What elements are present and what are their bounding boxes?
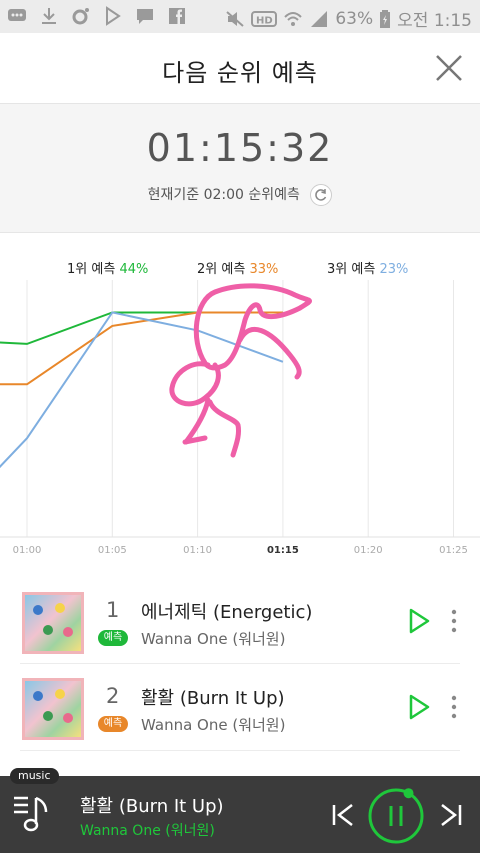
play-icon [409, 608, 430, 634]
progress-indicator[interactable] [403, 788, 414, 799]
song-title: 활활 (Burn It Up) [141, 688, 285, 709]
prediction-badge: 예측 [98, 630, 128, 646]
divider [20, 750, 460, 751]
legend-pct: 23% [379, 262, 409, 277]
more-options-button[interactable] [446, 608, 462, 634]
refresh-icon [315, 189, 327, 201]
close-icon [436, 55, 462, 81]
legend-label: 3위 예측 [327, 262, 376, 277]
x-tick-label: 01:00 [13, 545, 42, 556]
song-artist: Wanna One (워너원) [141, 716, 286, 734]
rank-number: 1 [106, 598, 120, 622]
wifi-icon [284, 11, 303, 26]
play-store-icon [102, 6, 124, 26]
message-icon [134, 6, 156, 26]
battery-icon [380, 9, 391, 28]
refresh-button[interactable] [310, 184, 333, 206]
prediction-basis-text: 현재기준 02:00 순위예측 [147, 187, 300, 203]
next-button[interactable] [438, 802, 464, 828]
rank-number: 2 [106, 684, 120, 708]
close-button[interactable] [434, 53, 464, 83]
pause-icon [368, 788, 424, 844]
countdown-timer: 01:15:32 [146, 126, 334, 170]
header: 다음 순위 예측 [0, 33, 480, 104]
previous-button[interactable] [330, 802, 356, 828]
page-title: 다음 순위 예측 [162, 59, 318, 87]
player-artist: Wanna One (워너원) [80, 823, 215, 839]
prediction-badge: 예측 [98, 716, 128, 732]
notification-icons [6, 6, 188, 26]
prediction-basis: 현재기준 02:00 순위예측 [0, 184, 480, 206]
signal-icon [311, 10, 328, 27]
song-title: 에너제틱 (Energetic) [141, 602, 313, 623]
facebook-icon [166, 6, 188, 26]
legend-pct: 33% [249, 262, 279, 277]
pause-button[interactable] [366, 786, 426, 846]
mute-icon [226, 10, 245, 27]
album-art [22, 678, 84, 740]
list-item[interactable]: 2 예측 활활 (Burn It Up) Wanna One (워너원) [0, 670, 480, 756]
x-tick-label: 01:05 [98, 545, 127, 556]
album-art [22, 592, 84, 654]
series-line-2 [0, 311, 283, 386]
x-tick-label: 01:10 [183, 545, 212, 556]
clock: 오전 1:15 [397, 11, 472, 31]
timer-panel: 01:15:32 현재기준 02:00 순위예측 [0, 104, 480, 233]
mini-player[interactable]: 활활 (Burn It Up) Wanna One (워너원) [0, 776, 480, 853]
status-bar: HD 63% 오전 1:15 [0, 0, 480, 33]
legend-item-rank1: 1위 예측 44% [67, 258, 148, 277]
hd-icon: HD [251, 10, 278, 27]
more-icon [451, 695, 457, 719]
play-icon [409, 694, 430, 720]
prediction-chart: 01:00 01:05 01:10 01:15 01:20 01:25 [0, 280, 480, 556]
list-item[interactable]: 1 예측 에너제틱 (Energetic) Wanna One (워너원) [0, 584, 480, 670]
playlist-button[interactable] [12, 794, 52, 836]
chat-icon [6, 6, 28, 26]
legend-label: 1위 예측 [67, 262, 116, 277]
svg-text:HD: HD [256, 15, 273, 26]
chart-legend: 1위 예측 44% 2위 예측 33% 3위 예측 23% [0, 258, 480, 278]
music-icon [70, 6, 92, 26]
playlist-icon [14, 796, 48, 832]
system-indicators: HD 63% 오전 1:15 [225, 6, 472, 31]
previous-icon [332, 804, 353, 826]
x-tick-label: 01:15 [267, 545, 299, 556]
download-icon [38, 6, 60, 26]
next-icon [441, 804, 462, 826]
legend-item-rank2: 2위 예측 33% [197, 258, 278, 277]
more-icon [451, 609, 457, 633]
player-title: 활활 (Burn It Up) [80, 796, 224, 817]
legend-item-rank3: 3위 예측 23% [327, 258, 408, 277]
more-options-button[interactable] [446, 694, 462, 720]
music-tag: music [10, 768, 59, 784]
song-artist: Wanna One (워너원) [141, 630, 286, 648]
battery-percent: 63% [335, 8, 374, 29]
play-button[interactable] [404, 692, 434, 722]
play-button[interactable] [404, 606, 434, 636]
divider [20, 663, 460, 664]
x-tick-label: 01:25 [439, 545, 468, 556]
x-tick-label: 01:20 [354, 545, 383, 556]
legend-pct: 44% [119, 262, 149, 277]
legend-label: 2위 예측 [197, 262, 246, 277]
doodle-drawing [169, 283, 312, 458]
